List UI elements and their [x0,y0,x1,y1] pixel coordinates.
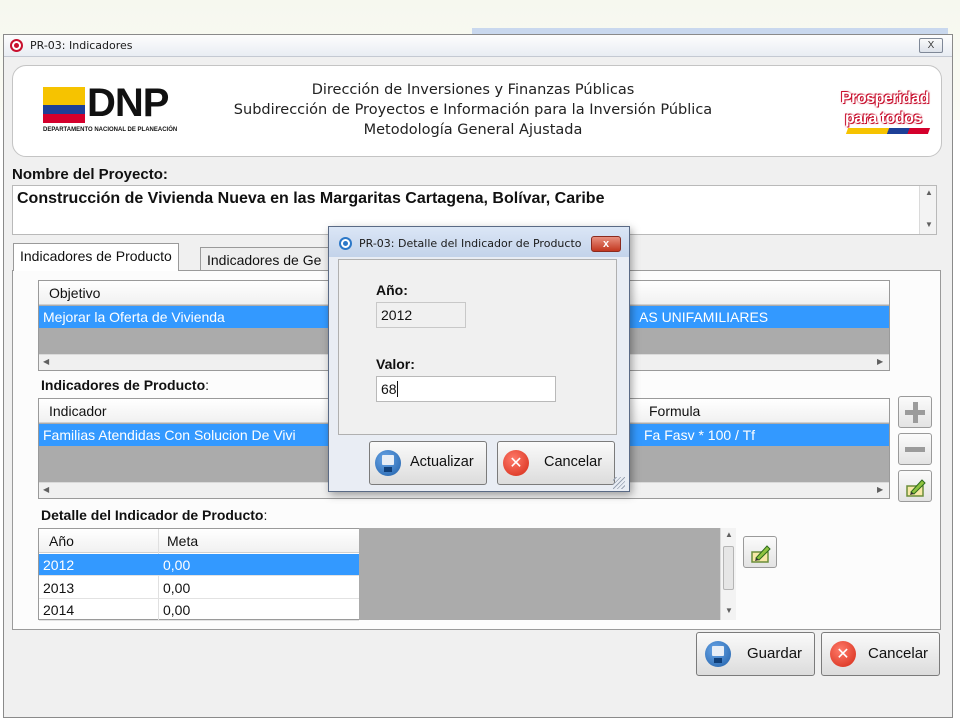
detalle-row[interactable]: 2012 0,00 [39,554,359,576]
dialog-cancelar-label: Cancelar [544,454,603,470]
scroll-left-icon[interactable]: ◀ [43,485,49,494]
anio-cell: 2014 [43,602,75,618]
detalle-dialog: PR-03: Detalle del Indicador de Producto… [328,226,630,492]
add-indicador-button[interactable] [898,396,932,428]
header-title: Dirección de Inversiones y Finanzas Públ… [203,80,743,140]
objetivo-cell-right: AS UNIFAMILIARES [639,309,769,325]
detalle-scrollbar[interactable]: ▲ ▼ [720,528,736,620]
guardar-button[interactable]: Guardar [696,632,815,676]
objetivo-column-header: Objetivo [49,285,101,301]
edit-detalle-button[interactable] [743,536,777,568]
dialog-cancelar-button[interactable]: ✕ Cancelar [497,441,615,485]
formula-column-header: Formula [649,403,701,419]
actualizar-button[interactable]: Actualizar [369,441,487,485]
window-titlebar[interactable]: PR-03: Indicadores X [4,35,952,57]
formula-cell: Fa Fasv * 100 / Tf [644,427,756,443]
close-icon: X [927,40,935,51]
anio-label: Año: [376,282,408,298]
dialog-title: PR-03: Detalle del Indicador de Producto [359,237,582,250]
scroll-up-icon[interactable]: ▲ [725,530,733,539]
edit-icon [751,545,771,563]
minus-icon [905,447,925,452]
cancel-icon: ✕ [830,641,856,667]
dialog-app-icon [339,237,352,250]
scroll-right-icon[interactable]: ▶ [877,485,883,494]
header-line-1: Dirección de Inversiones y Finanzas Públ… [311,82,635,98]
scroll-down-icon[interactable]: ▼ [725,606,733,615]
meta-cell: 0,00 [163,557,191,573]
prosperidad-logo: Prosperidad para todos [841,88,933,138]
scroll-left-icon[interactable]: ◀ [43,357,49,366]
edit-indicador-button[interactable] [898,470,932,502]
edit-icon [906,479,926,497]
project-name-value: Construcción de Vivienda Nueva en las Ma… [17,190,605,207]
detalle-header: Año Meta [39,529,359,553]
scroll-up-icon[interactable]: ▲ [925,188,933,197]
colombia-flag-icon [43,87,85,123]
save-icon [705,641,731,667]
valor-value: 68 [381,381,397,397]
dnp-logo: DNP DEPARTAMENTO NACIONAL DE PLANEACIÓN [43,81,183,140]
scroll-thumb[interactable] [723,546,734,590]
cancelar-label: Cancelar [868,645,929,662]
guardar-label: Guardar [747,645,803,662]
dialog-body: Año: 2012 Valor: 68 [338,259,617,435]
actualizar-label: Actualizar [410,454,474,470]
window-close-button[interactable]: X [919,38,943,53]
detalle-grid-empty-area [359,528,721,620]
detalle-grid[interactable]: Año Meta 2012 0,00 2013 0,00 2014 0,00 [38,528,360,621]
window-title: PR-03: Indicadores [30,39,133,52]
brand-line-1: Prosperidad [841,90,929,107]
dialog-close-button[interactable]: x [591,236,621,252]
brand-stripe [845,128,931,134]
resize-grip[interactable] [613,477,625,489]
header-line-2: Subdirección de Proyectos e Información … [233,102,713,118]
scroll-right-icon[interactable]: ▶ [877,357,883,366]
save-icon [375,450,401,476]
anio-value: 2012 [381,307,413,323]
project-name-label: Nombre del Proyecto: [12,166,168,183]
valor-label: Valor: [376,356,415,372]
cancelar-button[interactable]: ✕ Cancelar [821,632,940,676]
dnp-logo-subtitle: DEPARTAMENTO NACIONAL DE PLANEACIÓN [43,127,178,133]
indicadores-label: Indicadores de Producto: [41,377,210,393]
header-banner: DNP DEPARTAMENTO NACIONAL DE PLANEACIÓN … [12,65,942,157]
detalle-row[interactable]: 2013 0,00 [39,577,359,599]
objetivo-cell: Mejorar la Oferta de Vivienda [43,309,225,325]
brand-line-2: para todos [845,110,922,127]
indicador-column-header: Indicador [49,403,107,419]
anio-cell: 2013 [43,580,75,596]
close-icon: x [602,238,610,250]
dialog-titlebar[interactable]: PR-03: Detalle del Indicador de Producto… [329,227,629,257]
anio-field: 2012 [376,302,466,328]
valor-input[interactable]: 68 [376,376,556,402]
meta-cell: 0,00 [163,602,191,618]
anio-column-header: Año [49,533,74,549]
detalle-row[interactable]: 2014 0,00 [39,599,359,621]
remove-indicador-button[interactable] [898,433,932,465]
project-scrollbar[interactable]: ▲ ▼ [919,186,936,234]
text-caret [396,381,398,397]
scroll-down-icon[interactable]: ▼ [925,220,933,229]
meta-cell: 0,00 [163,580,191,596]
header-line-3: Metodología General Ajustada [363,122,583,138]
app-icon [10,39,23,52]
detalle-label: Detalle del Indicador de Producto: [41,507,268,523]
meta-column-header: Meta [167,533,199,549]
tab-indicadores-producto[interactable]: Indicadores de Producto [13,243,179,271]
cancel-icon: ✕ [503,450,529,476]
dnp-logo-text: DNP [87,81,169,125]
indicador-cell: Familias Atendidas Con Solucion De Vivi [43,427,296,443]
anio-cell: 2012 [43,557,75,573]
